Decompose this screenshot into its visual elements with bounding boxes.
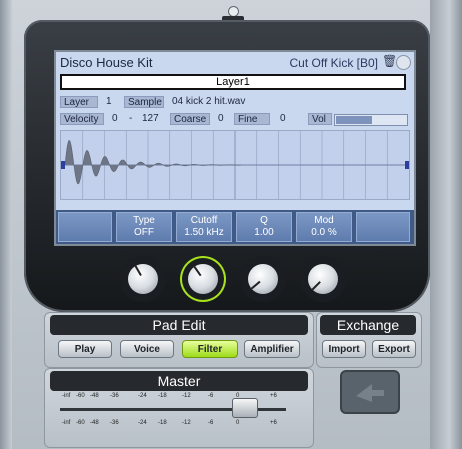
scale-label: -6 bbox=[208, 393, 214, 399]
pad-name: Cut Off Kick [B0] bbox=[289, 56, 378, 70]
coarse-value[interactable]: 0 bbox=[218, 113, 224, 125]
scale-label: -inf bbox=[62, 393, 71, 399]
scale-label: -18 bbox=[158, 420, 167, 426]
layer-selector[interactable]: Layer1 bbox=[60, 74, 406, 90]
scale-label: -36 bbox=[110, 393, 119, 399]
velocity-high[interactable]: 127 bbox=[142, 113, 159, 125]
param-slot-empty-right bbox=[356, 212, 410, 242]
exchange-arrows-icon bbox=[356, 384, 384, 402]
voice-button[interactable]: Voice bbox=[120, 340, 174, 358]
master-title: Master bbox=[50, 371, 308, 391]
scale-label: +6 bbox=[270, 393, 277, 399]
layer-value: 1 bbox=[106, 96, 112, 107]
pad-edit-title: Pad Edit bbox=[50, 315, 308, 335]
scale-label: +6 bbox=[270, 420, 277, 426]
param-type-label: Type bbox=[133, 215, 155, 226]
velocity-low[interactable]: 0 bbox=[112, 113, 118, 125]
play-button[interactable]: Play bbox=[58, 340, 112, 358]
knob-q[interactable] bbox=[240, 256, 286, 302]
param-cutoff-value: 1.50 kHz bbox=[184, 227, 224, 238]
param-mod-value: 0.0 % bbox=[311, 227, 337, 238]
left-rail bbox=[0, 0, 12, 449]
knob-cap bbox=[188, 264, 218, 294]
scale-label: -36 bbox=[110, 420, 119, 426]
param-cutoff-label: Cutoff bbox=[190, 215, 218, 226]
param-mod[interactable]: Mod 0.0 % bbox=[296, 212, 352, 242]
param-type-value: OFF bbox=[134, 227, 154, 238]
param-mod-label: Mod bbox=[314, 215, 334, 226]
scale-label: -6 bbox=[208, 420, 214, 426]
coarse-chip: Coarse bbox=[170, 113, 210, 125]
exchange-icon[interactable] bbox=[340, 370, 400, 414]
fine-value[interactable]: 0 bbox=[280, 113, 286, 125]
scale-label: -24 bbox=[138, 393, 147, 399]
scale-label: -48 bbox=[90, 393, 99, 399]
scale-label: -48 bbox=[90, 420, 99, 426]
knob-cap bbox=[248, 264, 278, 294]
vol-chip: Vol bbox=[308, 113, 332, 125]
gear-icon[interactable] bbox=[396, 55, 411, 70]
scale-label: -inf bbox=[62, 420, 71, 426]
volume-fill bbox=[336, 116, 372, 124]
layer-chip: Layer bbox=[60, 96, 98, 108]
export-button[interactable]: Export bbox=[372, 340, 416, 358]
waveform-display[interactable] bbox=[60, 130, 410, 200]
end-marker-icon bbox=[405, 161, 409, 169]
knob-mod[interactable] bbox=[300, 256, 346, 302]
scale-label: 0 bbox=[236, 420, 240, 426]
param-q-label: Q bbox=[260, 215, 268, 226]
volume-bar[interactable] bbox=[334, 114, 408, 126]
scale-label: -12 bbox=[182, 420, 191, 426]
scale-label: -18 bbox=[158, 393, 167, 399]
scale-label: -60 bbox=[76, 393, 85, 399]
start-marker-icon bbox=[61, 161, 65, 169]
velocity-dash: - bbox=[129, 113, 133, 124]
filter-button[interactable]: Filter bbox=[182, 340, 238, 358]
param-slot-empty-left bbox=[58, 212, 112, 242]
waveform-path bbox=[64, 140, 242, 185]
knob-cap bbox=[128, 264, 158, 294]
waveform-svg bbox=[61, 131, 409, 199]
lcd-screen: Disco House Kit Cut Off Kick [B0] 🗑 Laye… bbox=[54, 50, 416, 246]
scale-label: -24 bbox=[138, 420, 147, 426]
scale-label: -60 bbox=[76, 420, 85, 426]
master-fader-handle[interactable] bbox=[232, 398, 258, 418]
amplifier-button[interactable]: Amplifier bbox=[244, 340, 300, 358]
trash-icon[interactable]: 🗑 bbox=[382, 55, 397, 68]
param-cutoff[interactable]: Cutoff 1.50 kHz bbox=[176, 212, 232, 242]
param-type[interactable]: Type OFF bbox=[116, 212, 172, 242]
sample-chip: Sample bbox=[124, 96, 164, 108]
param-q[interactable]: Q 1.00 bbox=[236, 212, 292, 242]
kit-name: Disco House Kit bbox=[60, 55, 153, 70]
import-button[interactable]: Import bbox=[322, 340, 366, 358]
right-rail bbox=[430, 0, 462, 449]
scale-label: -12 bbox=[182, 393, 191, 399]
knob-type[interactable] bbox=[120, 256, 166, 302]
exchange-title: Exchange bbox=[320, 315, 416, 335]
fine-chip: Fine bbox=[234, 113, 270, 125]
sample-value[interactable]: 04 kick 2 hit.wav bbox=[172, 96, 245, 108]
knob-cutoff[interactable] bbox=[180, 256, 226, 302]
param-q-value: 1.00 bbox=[254, 227, 274, 238]
velocity-chip: Velocity bbox=[60, 113, 104, 125]
